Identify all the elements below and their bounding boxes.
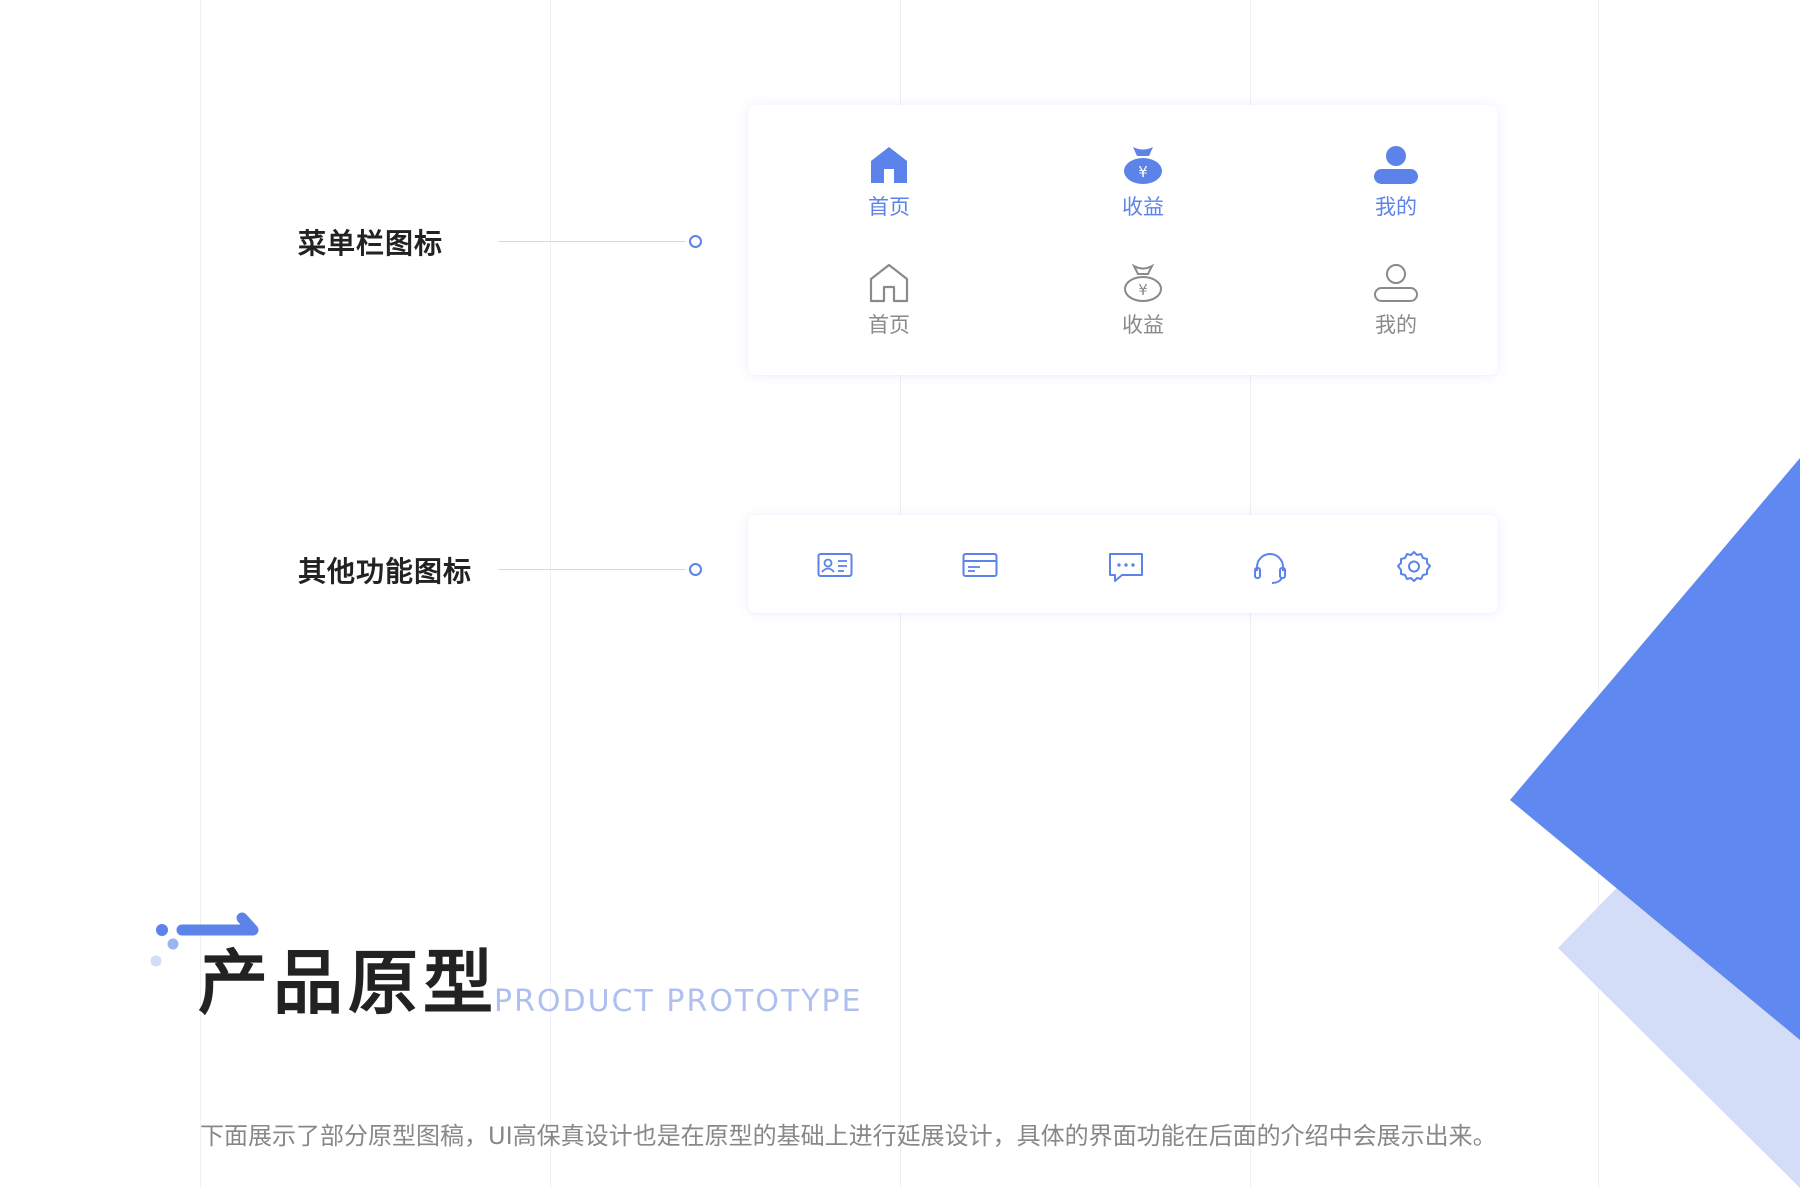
section-label-menu-icons: 菜单栏图标 <box>298 227 444 260</box>
message-icon[interactable] <box>1108 549 1144 583</box>
svg-text:¥: ¥ <box>1138 281 1148 299</box>
section-subtitle: PRODUCT PROTOTYPE <box>494 984 863 1019</box>
id-card-icon[interactable] <box>817 549 853 581</box>
menu-item-earnings-active[interactable]: ¥ 收益 <box>1083 145 1203 221</box>
menu-bar-card: 首页 ¥ 收益 我的 首页 ¥ 收益 我的 <box>748 105 1498 375</box>
user-filled-icon <box>1374 146 1418 184</box>
home-outline-icon <box>869 263 909 303</box>
connector-line <box>498 241 686 242</box>
connector-line <box>498 569 686 570</box>
settings-icon[interactable] <box>1396 549 1432 585</box>
menu-item-profile-active[interactable]: 我的 <box>1336 145 1456 221</box>
menu-label: 我的 <box>1375 195 1417 219</box>
menu-item-home-inactive[interactable]: 首页 <box>829 263 949 339</box>
money-bag-filled-icon: ¥ <box>1124 147 1162 184</box>
menu-label: 收益 <box>1122 313 1164 337</box>
menu-item-earnings-inactive[interactable]: ¥ 收益 <box>1083 263 1203 339</box>
menu-item-home-active[interactable]: 首页 <box>829 145 949 221</box>
menu-label: 首页 <box>868 195 910 219</box>
description-text: 下面展示了部分原型图稿，UI高保真设计也是在原型的基础上进行延展设计，具体的界面… <box>200 1122 1497 1150</box>
menu-label: 我的 <box>1375 313 1417 337</box>
bank-card-icon[interactable] <box>962 549 998 581</box>
section-title: 产品原型 <box>198 942 498 1024</box>
money-bag-outline-icon: ¥ <box>1124 263 1162 302</box>
home-filled-icon <box>871 147 907 183</box>
user-outline-icon <box>1374 264 1418 302</box>
menu-label: 首页 <box>868 313 910 337</box>
headset-icon[interactable] <box>1252 549 1288 585</box>
connector-dot <box>689 563 702 576</box>
section-label-other-icons: 其他功能图标 <box>298 555 473 588</box>
connector-dot <box>689 235 702 248</box>
svg-text:¥: ¥ <box>1138 163 1148 181</box>
menu-item-profile-inactive[interactable]: 我的 <box>1336 263 1456 339</box>
menu-label: 收益 <box>1122 195 1164 219</box>
